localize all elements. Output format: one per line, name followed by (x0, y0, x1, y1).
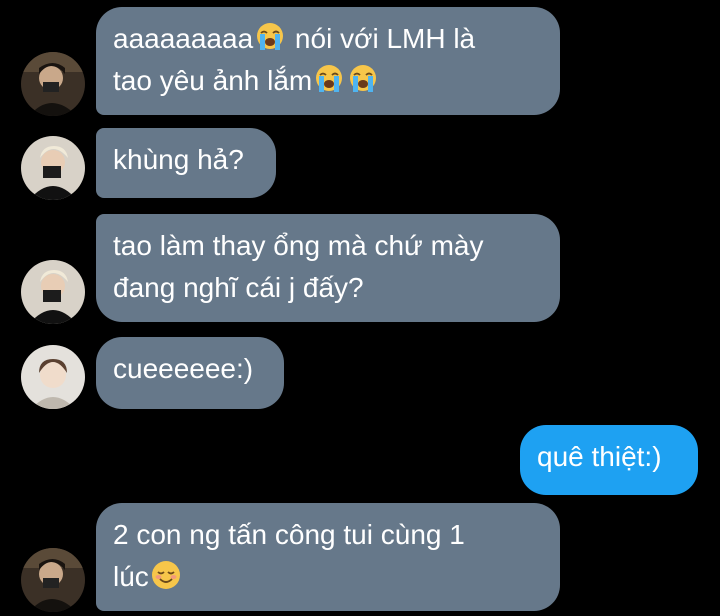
message-line: tao yêu ảnh lắm (113, 60, 542, 102)
message-bubble[interactable]: cueeeeee:) (96, 337, 284, 409)
message-text: 2 con ng tấn công tui cùng 1 (113, 519, 465, 550)
avatar[interactable] (21, 345, 85, 409)
message-bubble[interactable]: aaaaaaaaa nói với LMH là tao yêu ảnh lắm (96, 7, 560, 115)
avatar[interactable] (21, 52, 85, 116)
message-text: lúc (113, 561, 149, 592)
message-text: khùng hả? (113, 144, 244, 175)
message-row: quê thiệt:) (0, 425, 720, 495)
loudly-crying-face-emoji (313, 63, 345, 95)
message-row: khùng hả? (0, 128, 720, 202)
message-bubble[interactable]: tao làm thay ổng mà chứ mày đang nghĩ cá… (96, 214, 560, 322)
user-avatar-blond-photo (21, 136, 85, 200)
message-text: tao làm thay ổng mà chứ mày (113, 230, 484, 261)
message-text: quê thiệt:) (537, 441, 662, 472)
loudly-crying-face-emoji (347, 63, 379, 95)
message-text: nói với LMH là (287, 23, 476, 54)
message-bubble[interactable]: khùng hả? (96, 128, 276, 198)
user-avatar-blond-photo (21, 260, 85, 324)
message-line: lúc (113, 556, 542, 598)
user-avatar-light-photo (21, 345, 85, 409)
avatar[interactable] (21, 260, 85, 324)
message-line: aaaaaaaaa nói với LMH là (113, 18, 542, 60)
user-avatar-dark-photo (21, 52, 85, 116)
message-text: cueeeeee:) (113, 353, 254, 384)
message-row: cueeeeee:) (0, 337, 720, 411)
message-text: tao yêu ảnh lắm (113, 65, 313, 96)
user-avatar-dark-photo (21, 548, 85, 612)
avatar[interactable] (21, 548, 85, 612)
message-text: đang nghĩ cái j đấy? (113, 272, 364, 303)
loudly-crying-face-emoji (254, 21, 286, 53)
message-row: tao làm thay ổng mà chứ mày đang nghĩ cá… (0, 214, 720, 324)
message-row: 2 con ng tấn công tui cùng 1 lúc (0, 503, 720, 616)
message-bubble-sent[interactable]: quê thiệt:) (520, 425, 698, 495)
avatar[interactable] (21, 136, 85, 200)
smiling-face-emoji (150, 559, 182, 591)
message-row: aaaaaaaaa nói với LMH là tao yêu ảnh lắm (0, 7, 720, 117)
message-text: aaaaaaaaa (113, 23, 254, 54)
message-bubble[interactable]: 2 con ng tấn công tui cùng 1 lúc (96, 503, 560, 611)
